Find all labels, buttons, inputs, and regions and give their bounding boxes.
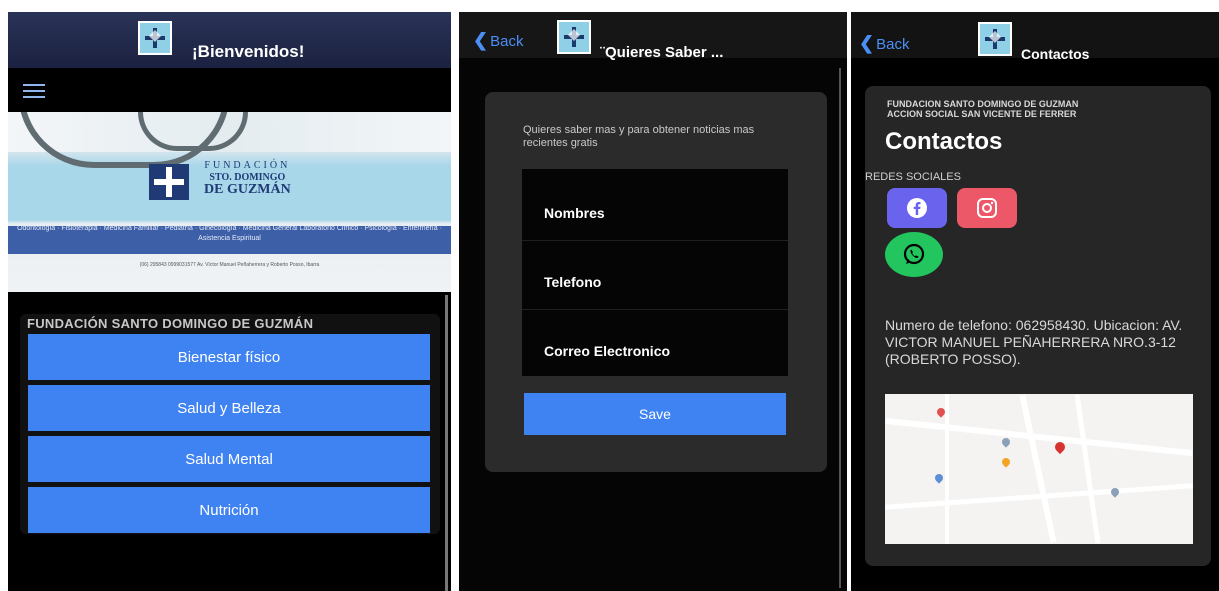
nombres-field[interactable]: Nombres (522, 173, 788, 241)
nutricion-button[interactable]: Nutrición (28, 487, 430, 533)
page-title: Contactos (1021, 46, 1090, 62)
instagram-button[interactable] (957, 188, 1017, 228)
facebook-icon (907, 198, 927, 218)
whatsapp-button[interactable] (885, 232, 943, 277)
map-pin-icon (933, 472, 945, 484)
foundation-logo-icon (149, 164, 189, 200)
screen-contacts: ❮ Back Contactos FUNDACION SANTO DOMINGO … (851, 12, 1219, 591)
back-button[interactable]: ❮ Back (859, 33, 909, 54)
page-title: ¡Bienvenidos! (192, 42, 305, 61)
hamburger-menu-icon[interactable] (23, 84, 45, 98)
save-button[interactable]: Save (524, 393, 786, 435)
subscribe-intro: Quieres saber mas y para obtener noticia… (523, 124, 755, 149)
scrollbar[interactable] (445, 295, 448, 591)
salud-mental-button[interactable]: Salud Mental (28, 436, 430, 482)
facebook-button[interactable] (887, 188, 947, 228)
scrollbar[interactable] (839, 68, 841, 588)
contacts-heading: Contactos (885, 128, 1003, 155)
app-logo-icon (138, 21, 172, 55)
app-logo-icon (557, 20, 591, 54)
organization-names: FUNDACION SANTO DOMINGO DE GUZMAN ACCION… (887, 99, 1079, 119)
telefono-field[interactable]: Telefono (522, 242, 788, 310)
foundation-name: FUNDACIÓN STO. DOMINGO DE GUZMÁN (204, 160, 291, 197)
foundation-banner: FUNDACIÓN STO. DOMINGO DE GUZMÁN Odontol… (8, 112, 451, 292)
back-button[interactable]: ❮ Back (473, 30, 523, 51)
location-map[interactable] (885, 394, 1193, 544)
contact-info: Numero de telefono: 062958430. Ubicacion… (885, 317, 1183, 367)
screen-subscribe: ❮ Back ¨Quieres Saber ... Quieres saber m… (459, 12, 847, 591)
correo-field[interactable]: Correo Electronico (522, 311, 788, 379)
services-list: Odontología · Fisioterapia · Medicina Fa… (17, 225, 442, 242)
map-pin-icon (1000, 456, 1012, 468)
app-logo-icon (978, 22, 1012, 56)
chevron-left-icon: ❮ (859, 33, 875, 53)
instagram-icon (977, 198, 997, 218)
bienestar-fisico-button[interactable]: Bienestar físico (28, 334, 430, 380)
page-title: ¨Quieres Saber ... (600, 44, 724, 61)
social-label: REDES SOCIALES (865, 171, 961, 183)
whatsapp-icon (903, 243, 925, 264)
banner-contact-line: (06) 295843 0999031577 Av. Víctor Manuel… (139, 262, 320, 268)
map-pin-icon (1000, 436, 1012, 448)
salud-belleza-button[interactable]: Salud y Belleza (28, 385, 430, 431)
screen-home: ¡Bienvenidos! FUNDACIÓN STO. DOMINGO DE … (8, 12, 451, 591)
panel-title: FUNDACIÓN SANTO DOMINGO DE GUZMÁN (27, 316, 314, 331)
chevron-left-icon: ❮ (473, 30, 489, 50)
